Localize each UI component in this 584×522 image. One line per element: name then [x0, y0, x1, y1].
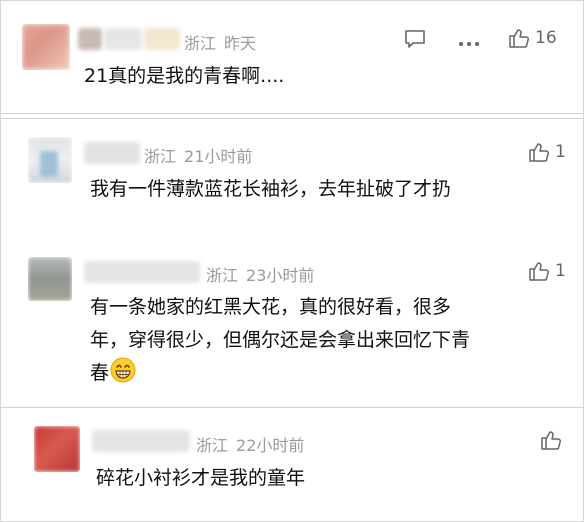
- username-blurred[interactable]: [84, 259, 202, 285]
- like-button[interactable]: 16: [508, 28, 557, 48]
- thumbs-up-icon: [541, 431, 561, 450]
- username-blurred[interactable]: [84, 140, 142, 166]
- timestamp: 昨天: [224, 34, 257, 53]
- timestamp: 21小时前: [184, 147, 253, 166]
- like-count: 16: [535, 28, 557, 48]
- comment-icon[interactable]: [404, 29, 426, 53]
- like-button[interactable]: 1: [528, 261, 566, 281]
- avatar[interactable]: [22, 24, 70, 70]
- more-icon[interactable]: [458, 32, 480, 51]
- like-button[interactable]: [540, 430, 567, 450]
- username-blurred[interactable]: [78, 26, 182, 52]
- comment-item: 浙江 23小时前 1 有一条她家的红黑大花，真的很好看，很多 年，穿得很少，但偶尔…: [0, 239, 584, 405]
- timestamp: 23小时前: [246, 266, 315, 285]
- comment-text: 21真的是我的青春啊....: [84, 65, 285, 87]
- username-blurred[interactable]: [92, 428, 192, 454]
- grin-emoji: [110, 357, 136, 394]
- comment-meta: 浙江 昨天: [184, 30, 256, 54]
- location: 浙江: [206, 266, 239, 285]
- comment-text: 有一条她家的红黑大花，真的很好看，很多 年，穿得很少，但偶尔还是会拿出来回忆下青…: [90, 291, 470, 394]
- comment-item: 浙江 22小时前 碎花小衬衫才是我的童年: [0, 408, 584, 520]
- location: 浙江: [196, 436, 229, 455]
- divider: [0, 113, 584, 114]
- location: 浙江: [184, 34, 217, 53]
- avatar[interactable]: [28, 257, 72, 301]
- comment-text: 我有一件薄款蓝花长袖衫，去年扯破了才扔: [90, 178, 452, 200]
- like-count: 1: [555, 142, 566, 162]
- comment-item: 浙江 21小时前 1 我有一件薄款蓝花长袖衫，去年扯破了才扔: [0, 119, 584, 239]
- comment-meta: 浙江 21小时前: [144, 143, 252, 167]
- thumbs-up-icon: [529, 143, 549, 162]
- like-button[interactable]: 1: [528, 142, 566, 162]
- comment-item: 浙江 昨天 16 21真的是我的青春啊....: [0, 0, 584, 112]
- thumbs-up-icon: [529, 262, 549, 281]
- comment-text: 碎花小衬衫才是我的童年: [96, 467, 306, 489]
- thumbs-up-icon: [509, 29, 529, 48]
- comment-meta: 浙江 23小时前: [206, 262, 314, 286]
- comment-actions: [404, 29, 480, 53]
- timestamp: 22小时前: [236, 436, 305, 455]
- like-count: 1: [555, 261, 566, 281]
- avatar[interactable]: [28, 137, 72, 183]
- comment-meta: 浙江 22小时前: [196, 432, 304, 456]
- location: 浙江: [144, 147, 177, 166]
- avatar[interactable]: [34, 426, 80, 472]
